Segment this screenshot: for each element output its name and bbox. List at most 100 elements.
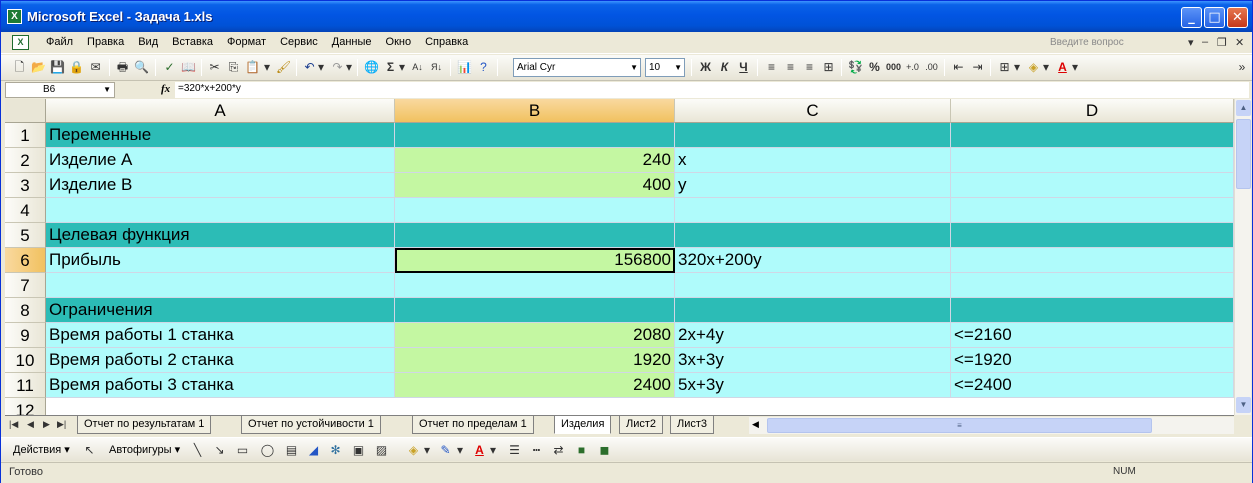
worksheet-grid[interactable]: A B C D 1 Переменные 2 Изделие A 240 x 3 Издели…	[5, 99, 1234, 415]
actions-menu[interactable]: Действия ▾	[13, 443, 70, 456]
cell-a[interactable]	[46, 198, 395, 223]
currency-icon[interactable]: 💱	[847, 59, 864, 76]
scroll-left-icon[interactable]: ◀	[752, 419, 759, 430]
line-style-icon[interactable]: ☰	[506, 442, 523, 459]
open-folder-icon[interactable]: 📂	[30, 59, 47, 76]
mdi-restore-button[interactable]: ❐	[1217, 36, 1227, 49]
cell-d[interactable]	[951, 223, 1234, 248]
cell-b[interactable]: 240	[395, 148, 675, 173]
column-header-d[interactable]: D	[951, 99, 1234, 123]
cell-c[interactable]	[675, 223, 951, 248]
cell-b[interactable]: 400	[395, 173, 675, 198]
select-objects-icon[interactable]: ↖	[81, 442, 98, 459]
cell-c[interactable]: 2x+4y	[675, 323, 951, 348]
menu-insert[interactable]: Вставка	[165, 36, 220, 48]
align-left-icon[interactable]: ≡	[763, 59, 780, 76]
cell-c[interactable]	[675, 298, 951, 323]
row-header[interactable]: 5	[5, 223, 46, 248]
insert-function-icon[interactable]: fx	[161, 83, 170, 95]
cell-b[interactable]: 2400	[395, 373, 675, 398]
cell-a[interactable]: Ограничения	[46, 298, 395, 323]
scroll-up-icon[interactable]: ▲	[1236, 100, 1251, 116]
fill-color-icon[interactable]: ◈	[1025, 59, 1042, 76]
menu-data[interactable]: Данные	[325, 36, 379, 48]
horizontal-scrollbar[interactable]: ◀ ≡	[749, 417, 1234, 434]
excel-icon[interactable]: X	[7, 9, 22, 24]
menu-edit[interactable]: Правка	[80, 36, 131, 48]
font-color-icon[interactable]: A	[471, 442, 488, 459]
format-painter-icon[interactable]: 🖌	[275, 59, 292, 76]
cell-c[interactable]: 320x+200y	[675, 248, 951, 273]
chevron-down-icon[interactable]: ▾	[423, 442, 431, 459]
font-name-select[interactable]: Arial Cyr ▼	[513, 58, 641, 77]
decrease-indent-icon[interactable]: ⇤	[950, 59, 967, 76]
chevron-down-icon[interactable]: ▾	[317, 59, 325, 76]
help-icon[interactable]: ?	[475, 59, 492, 76]
chevron-down-icon[interactable]: ▾	[1013, 59, 1021, 76]
cell-d[interactable]	[951, 198, 1234, 223]
scroll-down-icon[interactable]: ▼	[1236, 397, 1251, 413]
copy-icon[interactable]: ⎘	[225, 59, 242, 76]
3d-style-icon[interactable]: ◼	[596, 442, 613, 459]
cell-d[interactable]: <=2160	[951, 323, 1234, 348]
cell-a[interactable]: Переменные	[46, 123, 395, 148]
textbox-icon[interactable]: ▤	[283, 442, 300, 459]
sheet-tab[interactable]: Отчет по устойчивости 1	[241, 416, 381, 434]
sort-descending-icon[interactable]: Я↓	[428, 59, 445, 76]
underline-button[interactable]: Ч	[735, 59, 752, 76]
column-header-a[interactable]: A	[46, 99, 395, 123]
cell-a[interactable]: Целевая функция	[46, 223, 395, 248]
row-header[interactable]: 2	[5, 148, 46, 173]
email-icon[interactable]: ✉	[87, 59, 104, 76]
chevron-down-icon[interactable]: ▾	[489, 442, 497, 459]
horizontal-scroll-thumb[interactable]: ≡	[767, 418, 1152, 433]
thousands-separator-button[interactable]: 000	[885, 59, 902, 76]
cell-b[interactable]: 2080	[395, 323, 675, 348]
maximize-button[interactable]: □	[1204, 7, 1225, 28]
row-header[interactable]: 4	[5, 198, 46, 223]
cell-c[interactable]: 5x+3y	[675, 373, 951, 398]
mdi-minimize-button[interactable]: –	[1202, 36, 1208, 48]
row-header[interactable]: 12	[5, 398, 46, 415]
cell-c[interactable]	[675, 198, 951, 223]
cell-a[interactable]: Время работы 2 станка	[46, 348, 395, 373]
row-header[interactable]: 10	[5, 348, 46, 373]
chevron-down-icon[interactable]: ▾	[1188, 36, 1194, 49]
cell-c[interactable]: x	[675, 148, 951, 173]
cell-d[interactable]	[951, 273, 1234, 298]
cell-c[interactable]	[675, 123, 951, 148]
menu-view[interactable]: Вид	[131, 36, 165, 48]
autosum-icon[interactable]: Σ	[382, 59, 399, 76]
cell-d[interactable]	[951, 248, 1234, 273]
hyperlink-icon[interactable]: 🌐	[363, 59, 380, 76]
arrow-style-icon[interactable]: ⇄	[550, 442, 567, 459]
italic-button[interactable]: К	[716, 59, 733, 76]
row-header[interactable]: 8	[5, 298, 46, 323]
column-header-c[interactable]: C	[675, 99, 951, 123]
cell-a[interactable]	[46, 273, 395, 298]
oval-icon[interactable]: ◯	[259, 442, 276, 459]
line-icon[interactable]: ╲	[189, 442, 206, 459]
row-header[interactable]: 11	[5, 373, 46, 398]
chevron-down-icon[interactable]: ▾	[1071, 59, 1079, 76]
font-color-icon[interactable]: A	[1054, 59, 1071, 76]
cell-b[interactable]	[395, 198, 675, 223]
clipart-icon[interactable]: ▣	[350, 442, 367, 459]
fill-color-icon[interactable]: ◈	[405, 442, 422, 459]
menu-window[interactable]: Окно	[379, 36, 419, 48]
cell-d[interactable]: <=1920	[951, 348, 1234, 373]
spelling-icon[interactable]: ✓	[161, 59, 178, 76]
permission-icon[interactable]: 🔒	[68, 59, 85, 76]
minimize-button[interactable]: _	[1181, 7, 1202, 28]
borders-icon[interactable]: ⊞	[996, 59, 1013, 76]
row-header[interactable]: 7	[5, 273, 46, 298]
ask-question-input[interactable]: Введите вопрос	[1046, 35, 1186, 51]
redo-icon[interactable]: ↷	[329, 59, 346, 76]
decrease-decimal-icon[interactable]: .00	[923, 59, 940, 76]
row-header[interactable]: 9	[5, 323, 46, 348]
font-size-select[interactable]: 10 ▼	[645, 58, 685, 77]
print-preview-icon[interactable]: 🔍	[133, 59, 150, 76]
chevron-down-icon[interactable]: ▾	[345, 59, 353, 76]
new-document-icon[interactable]: 🗋	[11, 59, 28, 76]
toolbar-options-icon[interactable]: »	[1237, 59, 1247, 76]
